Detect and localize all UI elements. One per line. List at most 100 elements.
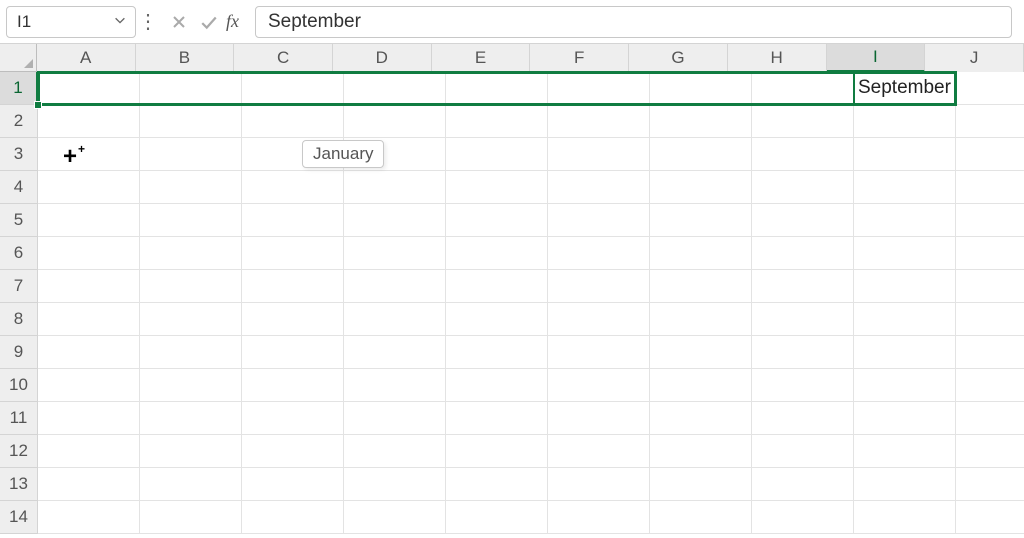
cell[interactable] (446, 237, 548, 270)
cell[interactable] (242, 72, 344, 105)
cell[interactable] (956, 270, 1024, 303)
cell[interactable] (548, 204, 650, 237)
cell[interactable] (242, 336, 344, 369)
cancel-icon[interactable] (166, 9, 192, 35)
column-header[interactable]: A (37, 44, 136, 72)
cell[interactable] (242, 435, 344, 468)
cell[interactable] (854, 402, 956, 435)
cell[interactable] (140, 204, 242, 237)
row-header[interactable]: 1 (0, 72, 38, 105)
cell[interactable] (956, 237, 1024, 270)
cell[interactable] (752, 171, 854, 204)
cell[interactable] (752, 105, 854, 138)
cell[interactable] (854, 369, 956, 402)
cell[interactable] (38, 303, 140, 336)
column-header[interactable]: C (234, 44, 333, 72)
column-header[interactable]: G (629, 44, 728, 72)
cell[interactable] (38, 72, 140, 105)
cell[interactable] (140, 435, 242, 468)
cell[interactable] (242, 369, 344, 402)
cell[interactable] (242, 303, 344, 336)
cell[interactable] (242, 501, 344, 534)
row-header[interactable]: 11 (0, 402, 38, 435)
column-header[interactable]: I (827, 44, 926, 72)
cell[interactable] (650, 501, 752, 534)
cell[interactable] (446, 171, 548, 204)
cell[interactable] (650, 369, 752, 402)
row-header[interactable]: 13 (0, 468, 38, 501)
cell[interactable] (446, 204, 548, 237)
cell[interactable] (344, 303, 446, 336)
cell[interactable] (38, 237, 140, 270)
cell[interactable] (752, 270, 854, 303)
cell[interactable] (446, 270, 548, 303)
cell[interactable] (446, 303, 548, 336)
cell[interactable] (650, 237, 752, 270)
cell[interactable] (38, 369, 140, 402)
cell[interactable] (548, 138, 650, 171)
cell[interactable] (548, 468, 650, 501)
cell[interactable] (650, 468, 752, 501)
cell[interactable] (38, 105, 140, 138)
cell[interactable] (650, 105, 752, 138)
cell[interactable] (242, 468, 344, 501)
cell[interactable] (140, 270, 242, 303)
cell[interactable]: September (854, 72, 956, 105)
row-header[interactable]: 6 (0, 237, 38, 270)
cell[interactable] (650, 435, 752, 468)
cell[interactable] (344, 501, 446, 534)
cell[interactable] (548, 336, 650, 369)
cell[interactable] (752, 138, 854, 171)
cell[interactable] (548, 270, 650, 303)
cell[interactable] (344, 237, 446, 270)
cell[interactable] (344, 369, 446, 402)
cell[interactable] (752, 303, 854, 336)
cell[interactable] (854, 435, 956, 468)
formula-input[interactable]: September (255, 6, 1012, 38)
cell[interactable] (242, 237, 344, 270)
cell[interactable] (140, 336, 242, 369)
cell[interactable] (854, 171, 956, 204)
cell[interactable] (38, 138, 140, 171)
cell[interactable] (548, 369, 650, 402)
cell[interactable] (752, 501, 854, 534)
column-header[interactable]: J (925, 44, 1024, 72)
cell[interactable] (140, 402, 242, 435)
cell[interactable] (752, 435, 854, 468)
cell[interactable] (446, 435, 548, 468)
cell[interactable] (854, 237, 956, 270)
cell[interactable] (38, 270, 140, 303)
cell[interactable] (242, 171, 344, 204)
cell[interactable] (344, 435, 446, 468)
cell[interactable] (854, 105, 956, 138)
cell[interactable] (38, 501, 140, 534)
cell[interactable] (38, 171, 140, 204)
cell[interactable] (956, 204, 1024, 237)
cell[interactable] (956, 369, 1024, 402)
column-header[interactable]: E (432, 44, 531, 72)
row-header[interactable]: 2 (0, 105, 38, 138)
cell[interactable] (242, 105, 344, 138)
cell[interactable] (956, 171, 1024, 204)
cell[interactable] (650, 72, 752, 105)
cell[interactable] (140, 138, 242, 171)
cell[interactable] (956, 501, 1024, 534)
cell[interactable] (344, 204, 446, 237)
cell[interactable] (956, 105, 1024, 138)
cell[interactable] (140, 72, 242, 105)
cell[interactable] (344, 402, 446, 435)
cell[interactable] (446, 72, 548, 105)
cell[interactable] (752, 237, 854, 270)
cell[interactable] (242, 204, 344, 237)
cell[interactable] (344, 171, 446, 204)
row-header[interactable]: 5 (0, 204, 38, 237)
cell[interactable] (548, 402, 650, 435)
cell[interactable] (344, 105, 446, 138)
cell[interactable] (446, 402, 548, 435)
cell[interactable] (548, 72, 650, 105)
select-all-corner[interactable] (0, 44, 37, 72)
cell[interactable] (38, 204, 140, 237)
cell[interactable] (854, 204, 956, 237)
cell[interactable] (956, 72, 1024, 105)
cell[interactable] (650, 402, 752, 435)
